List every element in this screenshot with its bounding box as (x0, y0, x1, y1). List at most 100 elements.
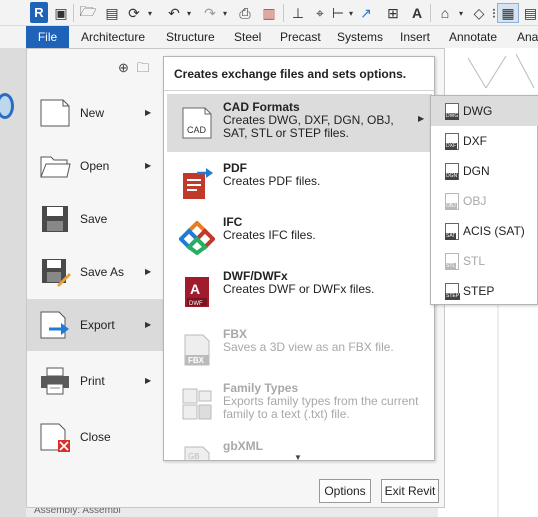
open-icon[interactable]: 🗁 (79, 3, 96, 23)
menu-item-save-as[interactable]: Save As ▶ (27, 246, 164, 298)
menu-item-label: Save As (80, 265, 125, 279)
home-icon[interactable]: ▣ (53, 3, 69, 23)
ifc-icon (179, 221, 215, 255)
submenu-item-ifc[interactable]: IFC Creates IFC files. (167, 209, 432, 267)
tab-systems[interactable]: Systems (337, 26, 383, 48)
flyout-item-label: STL (463, 254, 486, 268)
tab-architecture[interactable]: Architecture (81, 26, 145, 48)
chevron-down-icon[interactable]: ▾ (145, 3, 155, 23)
measure-icon[interactable]: ⊢ (328, 3, 348, 23)
flyout-item-dxf[interactable]: DXF DXF (431, 126, 538, 156)
sync-icon[interactable]: ⟳ (124, 3, 144, 23)
submenu-item-fbx[interactable]: FBX FBX Saves a 3D view as an FBX file. (167, 321, 432, 379)
submenu-item-title: FBX (223, 327, 247, 341)
chevron-down-icon[interactable]: ▾ (184, 3, 194, 23)
close-document-icon (40, 423, 70, 452)
submenu-item-desc: Saves a 3D view as an FBX file. (223, 340, 394, 354)
tab-structure[interactable]: Structure (166, 26, 215, 48)
menu-item-label: Open (80, 159, 110, 173)
icon-text: FBX (188, 356, 205, 365)
3d-view-icon[interactable]: ⌂ (436, 3, 454, 23)
flyout-item-dwg[interactable]: DWG DWG (431, 96, 538, 126)
save-as-icon (42, 259, 71, 287)
recent-documents-icon[interactable]: ⊕ (118, 60, 129, 75)
chevron-down-icon[interactable]: ▾ (220, 3, 230, 23)
submenu-item-family-types[interactable]: Family Types Exports family types from t… (167, 375, 432, 433)
dwg-file-icon: DWG (445, 103, 460, 120)
submenu-item-title: IFC (223, 215, 243, 229)
submenu-item-title: PDF (223, 161, 247, 175)
svg-text:A: A (190, 281, 200, 297)
scroll-down-arrow-icon[interactable]: ▼ (294, 453, 302, 460)
redo-icon[interactable]: ↷ (200, 3, 220, 23)
chevron-down-icon[interactable]: ▾ (456, 3, 466, 23)
measure-dimension-icon[interactable]: ⊞ (383, 3, 403, 23)
chevron-right-icon: ▶ (145, 267, 152, 276)
pdf-icon[interactable]: ▥ (260, 3, 278, 23)
submenu-item-desc: Creates DWG, DXF, DGN, OBJ, SAT, STL or … (223, 113, 394, 140)
flyout-item-acis-sat[interactable]: SAT ACIS (SAT) (431, 216, 538, 246)
menu-item-print[interactable]: Print ▶ (27, 355, 164, 407)
tab-file[interactable]: File (26, 26, 69, 48)
cad-formats-flyout: DWG DWG DXF DXF DGN DGN OBJ OBJ SAT ACIS… (430, 95, 538, 305)
flyout-item-label: DGN (463, 164, 490, 178)
icon-text: CAD (187, 125, 207, 135)
undo-icon[interactable]: ↶ (164, 3, 184, 23)
dimension-icon[interactable]: ⊥ (290, 3, 306, 23)
flyout-item-stl[interactable]: STL STL (431, 246, 538, 276)
dxf-file-icon: DXF (445, 133, 459, 150)
tab-insert[interactable]: Insert (400, 26, 430, 48)
step-file-icon: STEP (445, 283, 461, 300)
tab-steel[interactable]: Steel (234, 26, 261, 48)
revit-logo-button[interactable]: R (30, 2, 48, 23)
flyout-item-dgn[interactable]: DGN DGN (431, 156, 538, 186)
tab-analyze[interactable]: Ana (517, 26, 538, 48)
chevron-right-icon: ▶ (145, 161, 152, 170)
submenu-item-pdf[interactable]: PDF Creates PDF files. (167, 155, 432, 213)
flyout-item-obj[interactable]: OBJ OBJ (431, 186, 538, 216)
flyout-item-step[interactable]: STEP STEP (431, 276, 538, 306)
switch-windows-icon[interactable]: ▦ (497, 3, 519, 23)
tag-icon[interactable]: ⌖ (312, 3, 328, 23)
submenu-item-cad-formats[interactable]: CAD CAD Formats Creates DWG, DXF, DGN, O… (167, 94, 432, 152)
submenu-item-dwf[interactable]: A DWF DWF/DWFx Creates DWF or DWFx files… (167, 263, 432, 321)
open-documents-icon[interactable]: 🗀 (137, 60, 150, 75)
family-types-icon (182, 388, 212, 420)
menu-item-label: New (80, 106, 105, 120)
flyout-item-label: DXF (463, 134, 487, 148)
project-browser-strip (0, 48, 26, 517)
submenu-header: Creates exchange files and sets options. (174, 67, 407, 81)
submenu-item-desc: Creates PDF files. (223, 174, 321, 188)
dgn-file-icon: DGN (445, 163, 459, 180)
export-submenu: Creates exchange files and sets options.… (163, 56, 435, 461)
save-icon[interactable]: ▤ (104, 3, 120, 23)
section-icon[interactable]: ◇ (470, 3, 488, 23)
align-icon[interactable]: ↗ (356, 3, 376, 23)
submenu-item-desc: Creates DWF or DWFx files. (223, 282, 375, 296)
chevron-right-icon: ▶ (145, 376, 152, 385)
menu-item-export[interactable]: Export ▶ (27, 299, 164, 351)
print-icon[interactable]: ⎙ (236, 3, 254, 23)
menu-item-label: Close (80, 430, 111, 444)
options-button[interactable]: Options (319, 479, 371, 503)
toolbar-divider (73, 4, 74, 22)
globe-icon (0, 93, 14, 119)
export-icon (40, 311, 69, 339)
tab-precast[interactable]: Precast (280, 26, 321, 48)
toolbar-divider (283, 4, 284, 22)
tab-annotate[interactable]: Annotate (449, 26, 497, 48)
menu-item-save[interactable]: Save (27, 193, 164, 245)
menu-item-open[interactable]: Open ▶ (27, 140, 164, 192)
submenu-item-desc: Creates IFC files. (223, 228, 316, 242)
text-icon[interactable]: A (408, 3, 426, 23)
dwf-icon: A DWF (185, 277, 209, 307)
quick-access-toolbar: R ▣ 🗁 ▤ ⟳ ▾ ↶ ▾ ↷ ▾ ⎙ ▥ ⊥ ⌖ ⊢ ▾ ↗ ⊞ A ⌂ … (0, 0, 538, 26)
submenu-item-title: gbXML (223, 439, 263, 453)
menu-item-close[interactable]: Close (27, 411, 164, 463)
chevron-down-icon[interactable]: ▾ (346, 3, 356, 23)
exit-revit-button[interactable]: Exit Revit (381, 479, 439, 503)
close-inactive-icon[interactable]: ▤ (523, 3, 538, 23)
icon-text: GB (188, 452, 200, 461)
menu-item-label: Export (80, 318, 115, 332)
menu-item-new[interactable]: New ▶ (27, 87, 164, 139)
